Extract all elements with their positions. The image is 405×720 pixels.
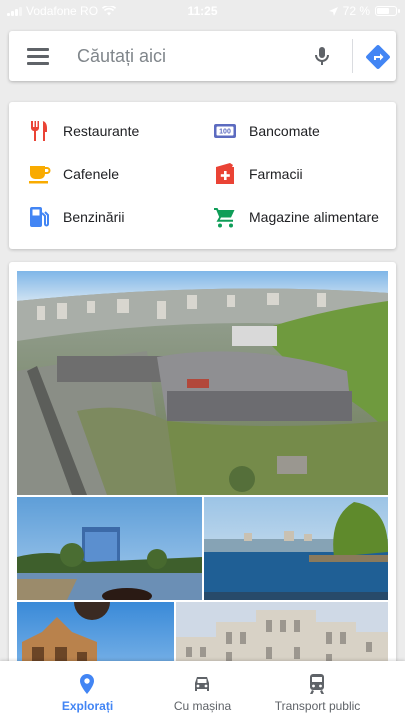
search-divider <box>352 39 353 73</box>
category-label: Bancomate <box>249 123 320 139</box>
atm-icon: 100 <box>213 119 237 143</box>
category-cafes[interactable]: Cafenele <box>27 159 119 189</box>
battery-percent: 72 % <box>342 4 370 18</box>
category-grocery-stores[interactable]: Magazine alimentare <box>213 202 379 232</box>
tab-label: Transport public <box>274 699 361 713</box>
category-gas-stations[interactable]: Benzinării <box>27 202 124 232</box>
bottom-navigation: Explorați Cu mașina Transport public <box>0 661 405 720</box>
coffee-icon <box>27 162 51 186</box>
category-restaurants[interactable]: Restaurante <box>27 116 139 146</box>
battery-fill <box>377 8 389 14</box>
category-atms[interactable]: 100 Bancomate <box>213 116 320 146</box>
directions-icon[interactable] <box>365 44 391 70</box>
car-icon <box>195 677 209 691</box>
gas-station-icon <box>27 205 51 229</box>
menu-icon[interactable] <box>27 48 49 65</box>
svg-text:100: 100 <box>219 129 231 136</box>
category-label: Cafenele <box>63 166 120 182</box>
category-shortcuts: Restaurante 100 Bancomate Cafenele Farma… <box>9 102 396 249</box>
lake-willow-photo[interactable] <box>204 497 388 600</box>
grocery-cart-icon <box>213 205 237 229</box>
category-label: Farmacii <box>249 166 303 182</box>
status-bar: Vodafone RO 11:25 72 % <box>0 0 405 22</box>
category-pharmacies[interactable]: Farmacii <box>213 159 303 189</box>
location-arrow-icon <box>328 6 338 16</box>
tab-transit[interactable]: Transport public <box>250 661 385 720</box>
category-label: Restaurante <box>63 123 140 139</box>
status-right: 72 % <box>328 4 400 18</box>
explore-photos-card <box>9 262 396 682</box>
search-bar[interactable]: Căutați aici <box>9 31 396 81</box>
microphone-icon[interactable] <box>310 44 334 68</box>
transit-icon <box>310 674 324 694</box>
lake-building-photo[interactable] <box>17 497 202 600</box>
battery-icon <box>375 6 400 16</box>
category-label: Magazine alimentare <box>249 209 379 225</box>
location-pin-icon <box>80 674 94 694</box>
pharmacy-icon <box>213 162 237 186</box>
restaurant-icon <box>27 119 51 143</box>
aerial-city-photo[interactable] <box>17 271 388 495</box>
search-input[interactable]: Căutați aici <box>77 46 166 67</box>
category-label: Benzinării <box>63 209 125 225</box>
